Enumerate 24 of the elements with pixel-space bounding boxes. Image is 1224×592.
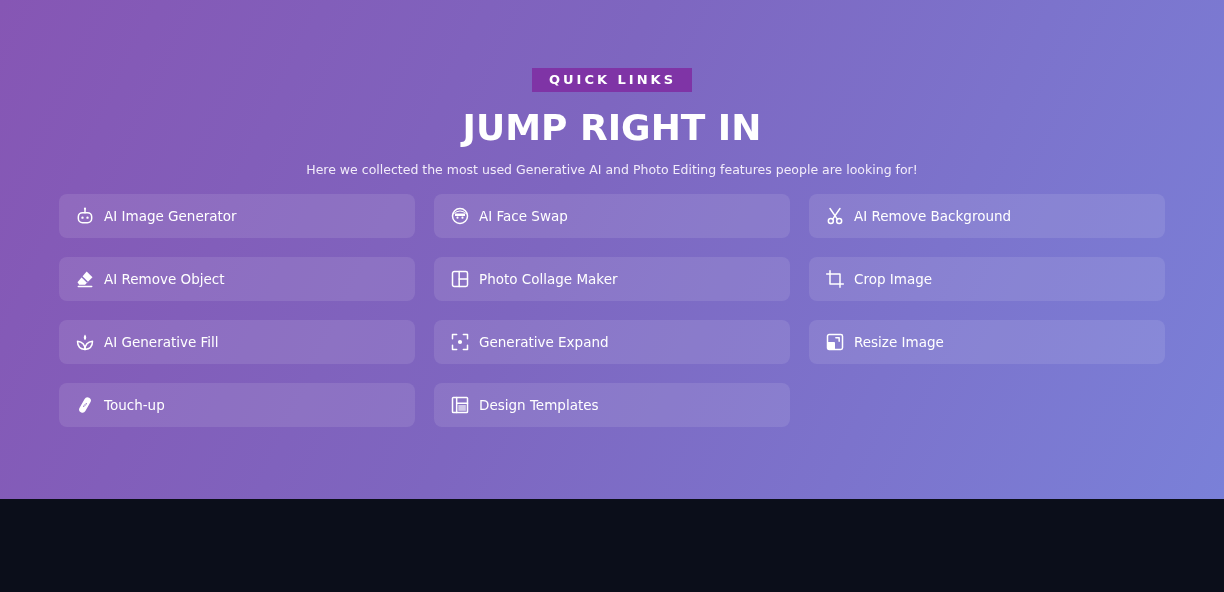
quick-link[interactable]: AI Generative Fill [59,320,415,364]
quick-link[interactable]: Photo Collage Maker [434,257,790,301]
robot-icon [75,206,95,226]
resize-icon [825,332,845,352]
quick-link[interactable]: Touch-up [59,383,415,427]
section-title: JUMP RIGHT IN [462,106,762,150]
quick-link[interactable]: Generative Expand [434,320,790,364]
section-subtitle: Here we collected the most used Generative AI and Photo Editing features people are looking for! [306,162,918,178]
face-icon [450,206,470,226]
expand-icon [450,332,470,352]
quick-link[interactable]: AI Remove Background [809,194,1165,238]
quick-link[interactable]: Resize Image [809,320,1165,364]
quick-link[interactable]: AI Face Swap [434,194,790,238]
template-icon [450,395,470,415]
quick-link[interactable]: Crop Image [809,257,1165,301]
quick-link[interactable]: AI Image Generator [59,194,415,238]
collage-icon [450,269,470,289]
sprout-icon [75,332,95,352]
crop-icon [825,269,845,289]
scissors-icon [825,206,845,226]
eraser-icon [75,269,95,289]
quick-link[interactable]: Design Templates [434,383,790,427]
quick-link[interactable]: AI Remove Object [59,257,415,301]
section-badge: QUICK LINKS [532,68,692,92]
